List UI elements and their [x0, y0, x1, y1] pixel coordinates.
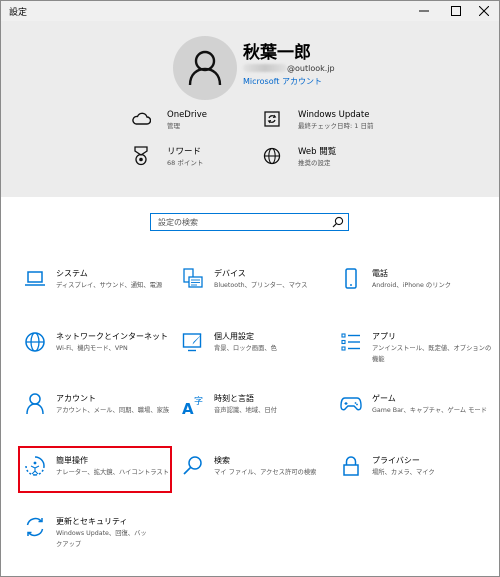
maximize-button[interactable] [441, 1, 471, 21]
close-button[interactable] [469, 1, 499, 21]
category-devices[interactable]: デバイス Bluetooth、プリンター、マウス [182, 268, 334, 291]
phone-icon [340, 268, 362, 290]
web-browsing-subtitle: 推奨の設定 [298, 159, 331, 167]
category-apps[interactable]: アプリ アンインストール、既定値、オプションの機能 [340, 331, 492, 365]
close-icon [479, 6, 489, 16]
search-icon [182, 455, 204, 477]
category-title: アプリ [372, 332, 396, 341]
globe-icon [262, 146, 282, 166]
search-placeholder: 設定の検索 [158, 218, 198, 227]
category-subtitle: 場所、カメラ、マイク [372, 469, 435, 476]
cloud-icon [131, 109, 151, 129]
user-name: 秋葉一郎 [243, 43, 311, 63]
category-subtitle: Wi-Fi、機内モード、VPN [56, 345, 128, 352]
windows-update-item[interactable]: Windows Update 最終チェック日時: 1 日前 [262, 109, 373, 132]
title-bar: 設定 [1, 1, 499, 21]
account-header: 秋葉一郎 @outlook.jp Microsoft アカウント OneDriv… [1, 21, 499, 197]
svg-text:A: A [182, 400, 194, 415]
medal-icon [131, 146, 151, 166]
windows-update-icon [262, 109, 282, 129]
search-icon [332, 216, 344, 228]
time-language-icon: A 字 [182, 393, 204, 415]
windows-update-title: Windows Update [298, 110, 370, 120]
category-title: システム [56, 269, 88, 278]
rewards-subtitle: 68 ポイント [167, 159, 204, 167]
svg-text:字: 字 [194, 395, 203, 407]
onedrive-subtitle: 管理 [167, 122, 180, 130]
lock-icon [340, 455, 362, 477]
avatar[interactable] [173, 36, 237, 100]
category-title: ネットワークとインターネット [56, 332, 168, 341]
category-accounts[interactable]: アカウント アカウント、メール、同期、職場、家族 [24, 393, 176, 416]
category-subtitle: ディスプレイ、サウンド、通知、電源 [56, 282, 163, 289]
settings-search-input[interactable]: 設定の検索 [150, 213, 349, 231]
gamepad-icon [340, 393, 362, 415]
category-title: 個人用設定 [214, 332, 254, 341]
category-privacy[interactable]: プライバシー 場所、カメラ、マイク [340, 455, 492, 478]
category-network[interactable]: ネットワークとインターネット Wi-Fi、機内モード、VPN [24, 331, 176, 354]
category-title: ゲーム [372, 394, 396, 403]
category-subtitle: Bluetooth、プリンター、マウス [214, 282, 308, 289]
category-title: プライバシー [372, 456, 420, 465]
minimize-icon [419, 10, 429, 12]
email-domain: @outlook.jp [287, 63, 335, 73]
category-search[interactable]: 検索 マイ ファイル、アクセス許可の検索 [182, 455, 334, 478]
category-subtitle: アンインストール、既定値、オプションの機能 [372, 345, 492, 363]
personalization-icon [182, 331, 204, 353]
category-gaming[interactable]: ゲーム Game Bar、キャプチャ、ゲーム モード [340, 393, 492, 416]
person-icon [24, 393, 46, 415]
laptop-icon [24, 268, 46, 290]
window-title: 設定 [9, 8, 28, 18]
onedrive-title: OneDrive [167, 110, 207, 120]
category-title: アカウント [56, 394, 96, 403]
web-browsing-item[interactable]: Web 閲覧 推奨の設定 [262, 146, 336, 169]
category-personalization[interactable]: 個人用設定 背景、ロック画面、色 [182, 331, 334, 354]
category-subtitle: Windows Update、回復、バックアップ [56, 530, 147, 548]
web-browsing-title: Web 閲覧 [298, 147, 337, 157]
user-email: @outlook.jp [243, 62, 335, 74]
sync-icon [24, 516, 46, 538]
category-time-language[interactable]: A 字 時刻と言語 音声認識、地域、日付 [182, 393, 334, 416]
category-title: 検索 [214, 456, 230, 465]
windows-update-subtitle: 最終チェック日時: 1 日前 [298, 122, 374, 130]
user-avatar-icon [188, 50, 222, 86]
category-title: デバイス [214, 269, 246, 278]
devices-icon [182, 268, 204, 290]
microsoft-account-link[interactable]: Microsoft アカウント [243, 76, 322, 87]
rewards-item[interactable]: リワード 68 ポイント [131, 146, 203, 169]
email-redaction [243, 64, 287, 72]
category-update-security[interactable]: 更新とセキュリティ Windows Update、回復、バックアップ [24, 516, 152, 550]
highlight-box [18, 446, 172, 493]
category-title: 更新とセキュリティ [56, 517, 128, 526]
category-subtitle: 音声認識、地域、日付 [214, 407, 277, 414]
apps-list-icon [340, 331, 362, 353]
category-subtitle: アカウント、メール、同期、職場、家族 [56, 407, 170, 414]
category-subtitle: マイ ファイル、アクセス許可の検索 [214, 469, 317, 476]
onedrive-item[interactable]: OneDrive 管理 [131, 109, 207, 132]
category-subtitle: 背景、ロック画面、色 [214, 345, 277, 352]
category-system[interactable]: システム ディスプレイ、サウンド、通知、電源 [24, 268, 176, 291]
rewards-title: リワード [167, 147, 202, 157]
category-subtitle: Android、iPhone のリンク [372, 282, 452, 289]
category-subtitle: Game Bar、キャプチャ、ゲーム モード [372, 407, 487, 414]
network-globe-icon [24, 331, 46, 353]
category-title: 電話 [372, 269, 388, 278]
maximize-icon [451, 6, 461, 16]
minimize-button[interactable] [409, 1, 439, 21]
category-phone[interactable]: 電話 Android、iPhone のリンク [340, 268, 492, 291]
category-title: 時刻と言語 [214, 394, 254, 403]
